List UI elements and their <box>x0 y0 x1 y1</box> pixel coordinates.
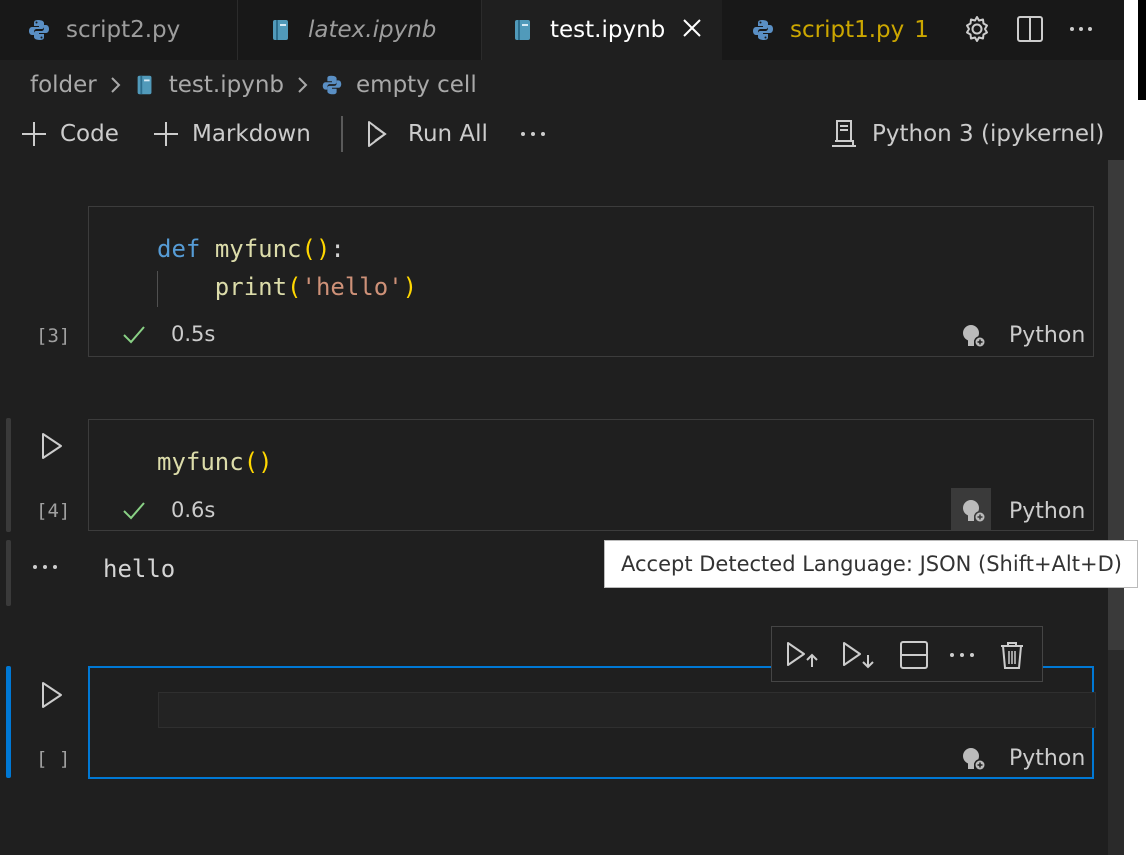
check-icon <box>123 502 145 520</box>
tab-script1[interactable]: script1.py 1 <box>722 0 946 60</box>
cell-language-label[interactable]: Python <box>1009 746 1085 771</box>
notebook-icon <box>133 73 157 97</box>
run-all-icon <box>368 121 387 147</box>
plus-icon <box>154 122 178 146</box>
server-environment-icon <box>832 120 856 147</box>
window-edge-dark <box>1138 0 1146 100</box>
more-icon[interactable] <box>944 637 980 673</box>
cell-selection-bar <box>6 666 11 778</box>
chevron-right-icon <box>292 75 312 95</box>
notebook-icon <box>268 17 294 43</box>
output-focus-bar <box>6 540 11 606</box>
add-markdown-cell-button[interactable]: Markdown <box>152 112 311 156</box>
run-cell-icon[interactable] <box>36 430 68 462</box>
toolbar-divider <box>341 116 343 152</box>
tab-label: script2.py <box>66 17 181 43</box>
python-icon <box>750 17 776 43</box>
close-icon[interactable] <box>680 16 704 40</box>
lightbulb-icon[interactable] <box>959 321 989 351</box>
run-all-button[interactable]: Run All <box>366 112 488 156</box>
breadcrumb-symbol[interactable]: empty cell <box>356 72 477 98</box>
tab-script2[interactable]: script2.py <box>0 0 238 60</box>
execution-status: 0.5s <box>121 321 215 347</box>
delete-icon[interactable] <box>994 637 1030 673</box>
tab-bar: script2.py latex.ipynb test.ipynb script… <box>0 0 1124 60</box>
split-cell-icon[interactable] <box>896 637 932 673</box>
chevron-right-icon <box>105 75 125 95</box>
code-line: def myfunc(): <box>157 235 345 263</box>
execution-status: 0.6s <box>121 497 215 523</box>
code-line: myfunc() <box>157 448 273 476</box>
kernel-picker[interactable]: Python 3 (ipykernel) <box>828 112 1104 156</box>
execution-count: [4] <box>36 500 71 522</box>
plus-icon <box>22 122 46 146</box>
output-more-icon[interactable] <box>30 555 60 583</box>
add-code-cell-button[interactable]: Code <box>20 112 119 156</box>
python-icon <box>26 17 52 43</box>
run-cell-icon[interactable] <box>36 679 68 711</box>
window-edge <box>1124 0 1146 855</box>
problem-count-badge: 1 <box>914 17 929 43</box>
cell-toolbar <box>771 626 1043 682</box>
more-actions-icon[interactable] <box>1066 14 1096 44</box>
lightbulb-icon[interactable] <box>959 744 989 774</box>
code-cell[interactable]: def myfunc(): print('hello') 0.5s Python <box>88 206 1094 357</box>
breadcrumb-file[interactable]: test.ipynb <box>169 72 284 98</box>
execution-count: [ ] <box>36 748 71 770</box>
code-cell-active[interactable]: Python <box>88 666 1096 779</box>
lightbulb-icon[interactable] <box>959 496 989 526</box>
more-actions-icon[interactable] <box>518 112 560 156</box>
notebook-toolbar: Code Markdown Run All Python 3 (ipykerne… <box>0 112 1124 156</box>
notebook-icon <box>510 17 536 43</box>
code-editor-empty[interactable] <box>158 692 1096 728</box>
tab-label: script1.py <box>790 17 905 43</box>
breadcrumb: folder test.ipynb empty cell <box>30 68 477 102</box>
cell-focus-bar <box>6 418 11 532</box>
run-below-icon[interactable] <box>840 637 876 673</box>
cell-output: hello <box>103 555 176 583</box>
cell-language-label[interactable]: Python <box>1009 323 1085 348</box>
tab-latex[interactable]: latex.ipynb <box>238 0 482 60</box>
tab-label: latex.ipynb <box>308 17 437 43</box>
run-above-icon[interactable] <box>784 637 820 673</box>
tab-label: test.ipynb <box>550 17 666 43</box>
code-cell[interactable]: myfunc() 0.6s Python <box>88 419 1094 531</box>
gear-icon[interactable] <box>962 14 992 44</box>
code-line: print('hello') <box>214 273 418 301</box>
cell-language-label[interactable]: Python <box>1009 499 1085 524</box>
split-editor-icon[interactable] <box>1015 14 1045 44</box>
tab-test-active[interactable]: test.ipynb <box>482 0 722 60</box>
tooltip: Accept Detected Language: JSON (Shift+Al… <box>604 540 1138 588</box>
breadcrumb-folder[interactable]: folder <box>30 72 97 98</box>
execution-count: [3] <box>36 325 71 347</box>
python-icon <box>320 73 344 97</box>
check-icon <box>123 326 145 344</box>
